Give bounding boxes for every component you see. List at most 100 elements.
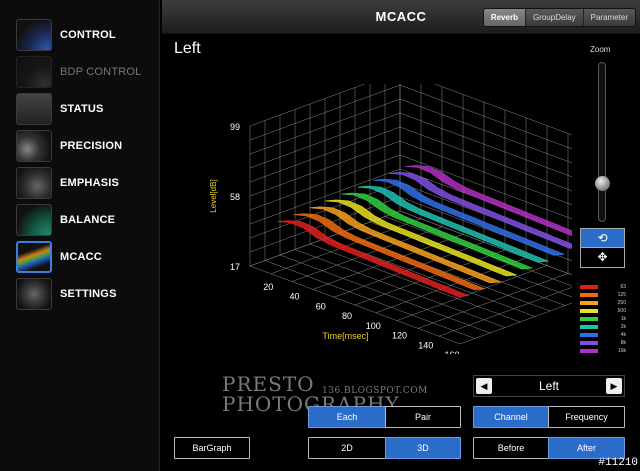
legend-label: 63 — [620, 283, 626, 290]
legend-entry: 8k — [580, 339, 628, 346]
legend-swatch — [580, 292, 598, 297]
legend-swatch — [580, 308, 598, 313]
legend-entry: 1k — [580, 315, 628, 322]
move-icon[interactable]: ✥ — [581, 248, 624, 267]
legend-swatch — [580, 284, 598, 289]
tab-groupdelay[interactable]: GroupDelay — [524, 9, 583, 26]
legend-label: 2k — [620, 323, 626, 330]
legend-label: 250 — [617, 299, 626, 306]
channel-selector: ◀ Left ▶ — [473, 375, 625, 397]
frequency-button[interactable]: Frequency — [548, 406, 625, 428]
x-axis-label: Time[msec] — [322, 331, 368, 341]
balance-thumbnail-icon — [16, 203, 52, 236]
y-tick-label: 99 — [230, 122, 240, 132]
grid-line — [384, 216, 572, 287]
y-tick-label: 17 — [230, 262, 240, 272]
legend-label: 500 — [617, 307, 626, 314]
view-tabs: Reverb GroupDelay Parameter — [482, 8, 636, 27]
legend-swatch — [580, 340, 598, 345]
reverb-3d-chart[interactable]: 9958172040608010012014016060Level[dB]Tim… — [162, 84, 572, 354]
legend-entry: 250 — [580, 299, 628, 306]
zoom-label: Zoom — [590, 45, 611, 54]
legend-label: 8k — [620, 339, 626, 346]
grid-line — [459, 302, 572, 345]
main-panel: MCACC Reverb GroupDelay Parameter Left Z… — [162, 0, 640, 471]
sidebar-item-settings[interactable]: SETTINGS — [0, 275, 160, 312]
sidebar-item-label: STATUS — [60, 102, 104, 115]
x-tick-label: 20 — [263, 282, 273, 292]
sidebar-item-status[interactable]: STATUS — [0, 90, 160, 127]
sidebar-item-balance[interactable]: BALANCE — [0, 201, 160, 238]
legend-swatch — [580, 300, 598, 305]
sidebar-item-mcacc[interactable]: MCACC — [0, 238, 160, 275]
x-tick-label: 60 — [316, 301, 326, 311]
legend-entry: 2k — [580, 323, 628, 330]
x-tick-label: 100 — [366, 321, 381, 331]
grid-line — [399, 98, 572, 164]
next-channel-button[interactable]: ▶ — [606, 378, 622, 394]
sidebar-item-label: BALANCE — [60, 213, 116, 226]
sidebar-item-emphasis[interactable]: EMPHASIS — [0, 164, 160, 201]
view-mode-buttons: ⟲ ✥ — [580, 228, 625, 268]
legend-swatch — [580, 332, 598, 337]
precision-thumbnail-icon — [16, 129, 52, 162]
legend-label: 16k — [617, 347, 626, 354]
control-thumbnail-icon — [16, 18, 52, 51]
legend-label: 125 — [617, 291, 626, 298]
grid-line — [399, 84, 572, 150]
x-tick-label: 80 — [342, 311, 352, 321]
tab-parameter[interactable]: Parameter — [582, 9, 635, 26]
watermark-blog: 136.BLOGSPOT.COM — [322, 386, 428, 396]
sidebar-item-control[interactable]: CONTROL — [0, 16, 160, 53]
status-thumbnail-icon — [16, 92, 52, 125]
tab-reverb[interactable]: Reverb — [483, 9, 525, 26]
x-tick-label: 140 — [418, 340, 433, 350]
x-tick-label: 160 — [444, 350, 459, 354]
legend-label: 4k — [620, 331, 626, 338]
sidebar-item-bdp-control[interactable]: BDP CONTROL — [0, 53, 160, 90]
legend-entry: 16k — [580, 347, 628, 354]
prev-channel-button[interactable]: ◀ — [476, 378, 492, 394]
channel-name: Left — [538, 379, 559, 393]
image-tag: #11210 — [598, 457, 638, 469]
legend-entry: 63 — [580, 283, 628, 290]
emphasis-thumbnail-icon — [16, 166, 52, 199]
zoom-slider-track[interactable] — [598, 62, 606, 222]
bargraph-button[interactable]: BarGraph — [174, 437, 250, 459]
sidebar-item-label: SETTINGS — [60, 287, 117, 300]
zoom-slider-thumb[interactable] — [595, 176, 610, 191]
y-axis-label: Level[dB] — [209, 179, 218, 212]
watermark-line1: PRESTO — [222, 372, 315, 396]
channel-button[interactable]: Channel — [473, 406, 549, 428]
sidebar-item-label: BDP CONTROL — [60, 65, 142, 78]
before-button[interactable]: Before — [473, 437, 549, 459]
sidebar-item-label: EMPHASIS — [60, 176, 120, 189]
frequency-legend: 63 125 250 500 1k 2k 4k 8k 16k — [580, 283, 628, 355]
sidebar-item-label: MCACC — [60, 250, 102, 263]
legend-swatch — [580, 348, 598, 353]
2d-button[interactable]: 2D — [308, 437, 386, 459]
3d-button[interactable]: 3D — [385, 437, 461, 459]
legend-swatch — [580, 324, 598, 329]
gear-icon — [16, 277, 52, 310]
x-tick-label: 40 — [289, 292, 299, 302]
mcacc-thumbnail-icon — [16, 240, 52, 273]
pair-button[interactable]: Pair — [385, 406, 461, 428]
each-button[interactable]: Each — [308, 406, 386, 428]
legend-entry: 125 — [580, 291, 628, 298]
legend-label: 1k — [620, 315, 626, 322]
legend-swatch — [580, 316, 598, 321]
x-tick-label: 120 — [392, 331, 407, 341]
sidebar: CONTROL BDP CONTROL STATUS PRECISION EMP… — [0, 0, 160, 471]
top-bar: MCACC Reverb GroupDelay Parameter — [162, 0, 640, 34]
bdp-control-thumbnail-icon — [16, 55, 52, 88]
legend-entry: 500 — [580, 307, 628, 314]
after-button[interactable]: After — [548, 437, 625, 459]
y-tick-label: 58 — [230, 192, 240, 202]
sidebar-item-precision[interactable]: PRECISION — [0, 127, 160, 164]
rotate-icon[interactable]: ⟲ — [581, 229, 624, 248]
sidebar-item-label: PRECISION — [60, 139, 123, 152]
channel-title: Left — [174, 40, 201, 57]
sidebar-item-label: CONTROL — [60, 28, 116, 41]
legend-entry: 4k — [580, 331, 628, 338]
